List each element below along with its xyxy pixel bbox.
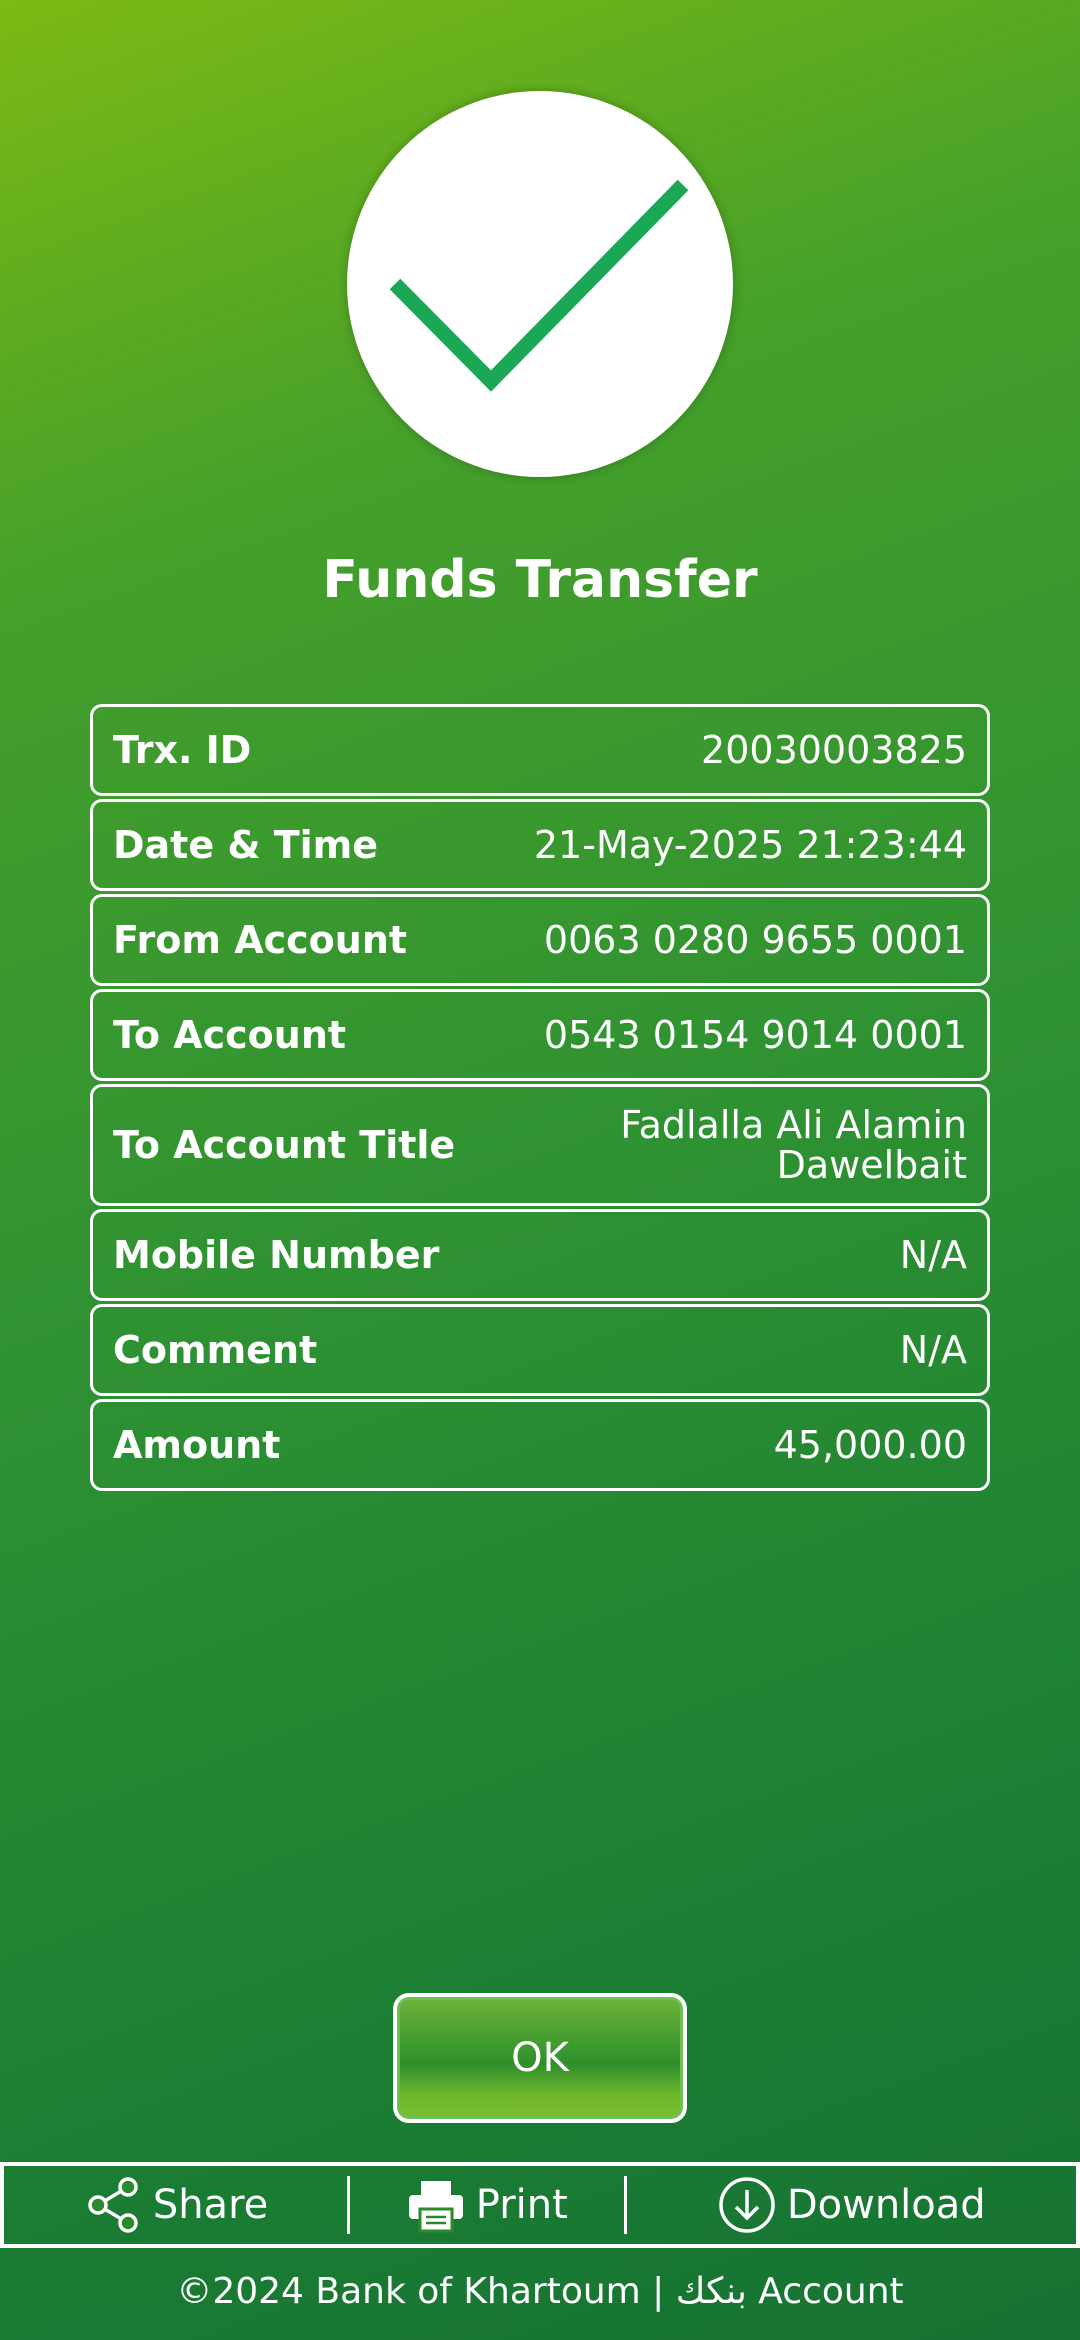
detail-row-trx-id: Trx. ID 20030003825 <box>90 704 990 796</box>
detail-row-mobile-number: Mobile Number N/A <box>90 1209 990 1301</box>
printer-icon <box>408 2181 463 2233</box>
detail-row-date-time: Date & Time 21-May-2025 21:23:44 <box>90 799 990 891</box>
download-button[interactable]: Download <box>627 2166 1076 2244</box>
detail-value: N/A <box>899 1328 967 1372</box>
transaction-details: Trx. ID 20030003825 Date & Time 21-May-2… <box>90 704 990 1494</box>
download-icon <box>719 2177 775 2233</box>
share-icon <box>88 2177 138 2233</box>
detail-value: 20030003825 <box>701 728 967 772</box>
print-button[interactable]: Print <box>350 2166 623 2244</box>
detail-label: Amount <box>113 1423 281 1467</box>
detail-value: N/A <box>899 1233 967 1277</box>
detail-label: To Account Title <box>113 1123 456 1167</box>
download-label: Download <box>786 2182 986 2228</box>
ok-button[interactable]: OK <box>393 1993 687 2123</box>
detail-value: 45,000.00 <box>773 1423 967 1467</box>
detail-row-amount: Amount 45,000.00 <box>90 1399 990 1491</box>
footer-copyright: ©2024 Bank of Khartoum | بنكك Account <box>176 2271 904 2312</box>
detail-label: From Account <box>113 918 408 962</box>
action-bar: Share Print Download <box>0 2162 1080 2248</box>
detail-value: 0063 0280 9655 0001 <box>543 918 967 962</box>
detail-label: To Account <box>113 1013 347 1057</box>
detail-value: 0543 0154 9014 0001 <box>543 1013 967 1057</box>
detail-value: Fadlalla Ali Alamin Dawelbait <box>620 1103 967 1187</box>
detail-label: Comment <box>113 1328 318 1372</box>
page-title: Funds Transfer <box>322 550 758 610</box>
share-label: Share <box>152 2182 269 2228</box>
detail-value: 21-May-2025 21:23:44 <box>533 823 967 867</box>
detail-row-comment: Comment N/A <box>90 1304 990 1396</box>
share-button[interactable]: Share <box>4 2166 347 2244</box>
success-check-circle <box>347 91 733 477</box>
print-label: Print <box>475 2182 568 2228</box>
detail-label: Trx. ID <box>113 728 252 772</box>
detail-label: Mobile Number <box>113 1233 440 1277</box>
detail-row-to-account-title: To Account Title Fadlalla Ali Alamin Daw… <box>90 1084 990 1206</box>
detail-label: Date & Time <box>113 823 379 867</box>
detail-row-to-account: To Account 0543 0154 9014 0001 <box>90 989 990 1081</box>
checkmark-icon <box>389 179 689 392</box>
detail-row-from-account: From Account 0063 0280 9655 0001 <box>90 894 990 986</box>
